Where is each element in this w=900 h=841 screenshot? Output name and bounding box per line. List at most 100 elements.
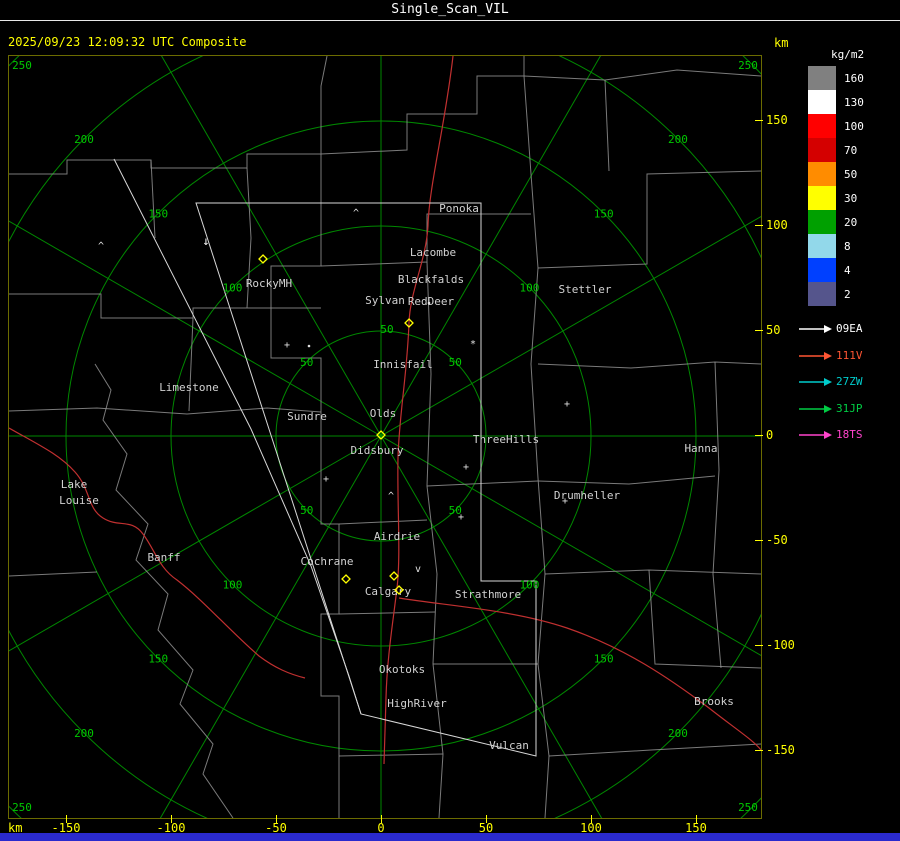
range-label-250: 250 bbox=[738, 801, 758, 814]
storm-track-row-27ZW: 27ZW bbox=[797, 375, 887, 389]
right-axis-tick bbox=[755, 645, 763, 646]
range-label-200: 200 bbox=[668, 727, 688, 740]
plus-marker: + bbox=[284, 340, 290, 351]
range-label-100: 100 bbox=[520, 578, 540, 591]
storm-track-row-09EA: 09EA bbox=[797, 322, 887, 336]
right-axis-unit: km bbox=[774, 36, 789, 50]
range-label-150: 150 bbox=[594, 653, 614, 666]
range-ring-200km bbox=[9, 56, 761, 818]
colorbar-swatch-8 bbox=[808, 234, 836, 258]
storm-track-id: 111V bbox=[836, 349, 863, 362]
town-label-highriver: HighRiver bbox=[387, 697, 447, 710]
colorbar-value-8: 8 bbox=[844, 240, 851, 253]
radar-map: 50 50 50 50 100 100 100 100 150 150 150 150 200 200 20… bbox=[9, 56, 761, 818]
town-label-banff: Banff bbox=[147, 551, 180, 564]
town-label-blackfalds: Blackfalds bbox=[398, 273, 464, 286]
range-label-100: 100 bbox=[223, 282, 243, 295]
star-marker: * bbox=[470, 339, 476, 350]
town-label-okotoks: Okotoks bbox=[379, 663, 425, 676]
colorbar-swatch-160 bbox=[808, 66, 836, 90]
radial-line bbox=[159, 435, 382, 818]
storm-track-row-31JP: 31JP bbox=[797, 402, 887, 416]
right-axis-label-150: 150 bbox=[766, 113, 788, 127]
right-axis-label-50: 50 bbox=[766, 323, 781, 337]
town-label-brooks: Brooks bbox=[694, 695, 734, 708]
range-label-150: 150 bbox=[594, 207, 614, 220]
town-label-limestone: Limestone bbox=[159, 381, 219, 394]
storm-track-arrow-icon bbox=[799, 405, 832, 413]
colorbar-unit: kg/m2 bbox=[831, 48, 865, 61]
right-axis-tick bbox=[755, 750, 763, 751]
colorbar-swatch-70 bbox=[808, 138, 836, 162]
plus-marker: + bbox=[463, 462, 469, 473]
caret-marker: ^ bbox=[388, 491, 394, 502]
right-axis-tick bbox=[755, 540, 763, 541]
town-label-lake: Lake bbox=[61, 478, 88, 491]
plus-marker: + bbox=[562, 496, 568, 507]
range-label-100: 100 bbox=[223, 578, 243, 591]
radar-site-marker bbox=[341, 574, 351, 584]
storm-track-arrow-icon bbox=[799, 325, 832, 333]
right-axis-label-0: 0 bbox=[766, 428, 774, 442]
right-axis-label-100: 100 bbox=[766, 218, 788, 232]
range-ring-labels: 50 50 50 50 100 100 100 100 150 150 150 150 200 200 20… bbox=[12, 59, 758, 814]
town-label-olds: Olds bbox=[370, 407, 397, 420]
town-label-calgary: Calgary bbox=[365, 585, 412, 598]
arrow-down-marker: ↓ bbox=[202, 234, 209, 248]
town-label-vulcan: Vulcan bbox=[489, 739, 529, 752]
colorbar-value-4: 4 bbox=[844, 264, 851, 277]
town-label-sundre: Sundre bbox=[287, 410, 327, 423]
range-label-50: 50 bbox=[380, 323, 393, 336]
town-label-louise: Louise bbox=[59, 494, 99, 507]
storm-track-id: 31JP bbox=[836, 402, 863, 415]
range-label-200: 200 bbox=[668, 133, 688, 146]
radar-map-viewport[interactable]: 50 50 50 50 100 100 100 100 150 150 150 150 200 200 20… bbox=[8, 55, 762, 819]
range-label-100: 100 bbox=[520, 282, 540, 295]
right-axis-label--100: -100 bbox=[766, 638, 795, 652]
vee-marker: v bbox=[415, 564, 421, 575]
town-label-cochrane: Cochrane bbox=[301, 555, 354, 568]
colorbar-value-130: 130 bbox=[844, 96, 864, 109]
storm-track-arrow-icon bbox=[799, 378, 832, 386]
colorbar-swatch-50 bbox=[808, 162, 836, 186]
colorbar-swatch-30 bbox=[808, 186, 836, 210]
colorbar-value-30: 30 bbox=[844, 192, 858, 205]
town-label-ponoka: Ponoka bbox=[439, 202, 479, 215]
town-labels: Ponoka Lacombe Blackfalds Sylvan RedDeer Rock… bbox=[59, 202, 734, 752]
town-label-innisfail: Innisfail bbox=[373, 358, 433, 371]
county-boundaries bbox=[9, 56, 761, 818]
plus-marker: + bbox=[458, 512, 464, 523]
town-label-airdrie: Airdrie bbox=[374, 530, 420, 543]
colorbar-value-50: 50 bbox=[844, 168, 858, 181]
range-label-200: 200 bbox=[74, 133, 94, 146]
range-ring-grid bbox=[9, 56, 761, 818]
storm-track-row-111V: 111V bbox=[797, 349, 887, 363]
storm-track-arrow-icon bbox=[799, 431, 832, 439]
town-label-didsbury: Didsbury bbox=[351, 444, 404, 457]
plus-marker: + bbox=[564, 399, 570, 410]
colorbar-swatch-4 bbox=[808, 258, 836, 282]
colorbar-value-70: 70 bbox=[844, 144, 858, 157]
radar-site-marker bbox=[389, 571, 399, 581]
right-axis-label--150: -150 bbox=[766, 743, 795, 757]
town-label-hanna: Hanna bbox=[684, 442, 717, 455]
caret-marker: ^ bbox=[353, 208, 359, 219]
colorbar-value-100: 100 bbox=[844, 120, 864, 133]
range-label-250: 250 bbox=[738, 59, 758, 72]
radar-coverage-outline bbox=[113, 158, 537, 757]
right-axis-label--50: -50 bbox=[766, 533, 788, 547]
range-label-150: 150 bbox=[148, 653, 168, 666]
colorbar-value-160: 160 bbox=[844, 72, 864, 85]
storm-track-arrow-icon bbox=[799, 352, 832, 360]
dot-marker bbox=[427, 301, 431, 305]
colorbar-swatch-100 bbox=[808, 114, 836, 138]
storm-track-row-18TS: 18TS bbox=[797, 428, 887, 442]
window-title: Single_Scan_VIL bbox=[0, 0, 900, 21]
bottom-status-bar bbox=[0, 833, 900, 841]
range-label-250: 250 bbox=[12, 801, 32, 814]
town-label-sylvan: Sylvan bbox=[365, 294, 405, 307]
colorbar-value-20: 20 bbox=[844, 216, 858, 229]
storm-track-id: 18TS bbox=[836, 428, 863, 441]
town-label-rockymh: RockyMH bbox=[246, 277, 292, 290]
town-label-reddeer: RedDeer bbox=[408, 295, 455, 308]
